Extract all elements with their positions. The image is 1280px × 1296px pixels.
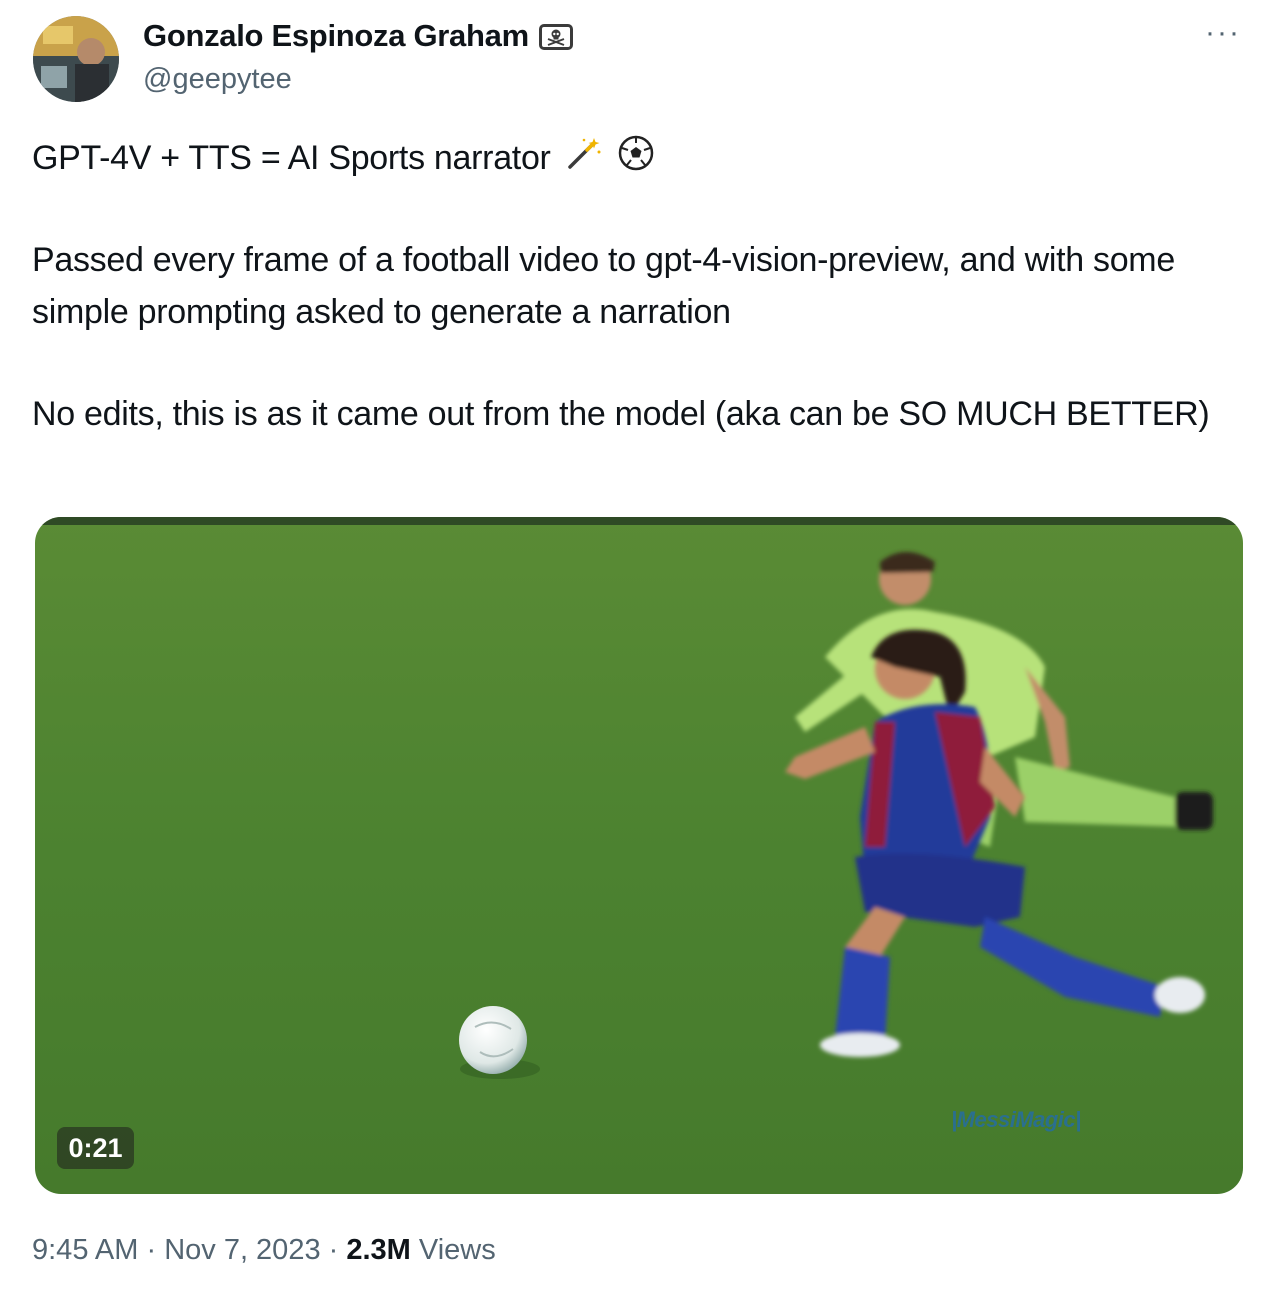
video-watermark: |MessiMagic|	[951, 1107, 1081, 1132]
post-date[interactable]: Nov 7, 2023	[164, 1234, 320, 1266]
meta-separator: ·	[138, 1234, 165, 1266]
video-duration-badge: 0:21	[57, 1127, 134, 1169]
author-display-name[interactable]: Gonzalo Espinoza Graham	[143, 16, 529, 56]
soccer-ball-icon	[617, 134, 655, 187]
author-handle[interactable]: @geepytee	[143, 60, 292, 98]
avatar[interactable]	[33, 16, 119, 102]
post-meta: 9:45 AM · Nov 7, 2023 · 2.3M Views	[32, 1228, 496, 1272]
post-paragraph-2: Passed every frame of a football video t…	[32, 241, 1175, 331]
more-options-icon[interactable]: ···	[1205, 18, 1241, 48]
views-count: 2.3M	[346, 1234, 411, 1266]
magic-wand-icon	[566, 134, 602, 186]
views-label: Views	[410, 1234, 496, 1266]
meta-separator: ·	[320, 1234, 347, 1266]
post-time[interactable]: 9:45 AM	[32, 1234, 138, 1266]
post-headline: GPT-4V + TTS = AI Sports narrator	[32, 139, 551, 177]
skull-crossbones-icon	[538, 24, 573, 50]
video-player[interactable]: |MessiMagic|	[35, 517, 1243, 1194]
post-text-line1: GPT-4V + TTS = AI Sports narrator	[32, 132, 1252, 187]
post-paragraph-3: No edits, this is as it came out from th…	[32, 395, 1210, 433]
author-row: Gonzalo Espinoza Graham	[143, 16, 573, 56]
